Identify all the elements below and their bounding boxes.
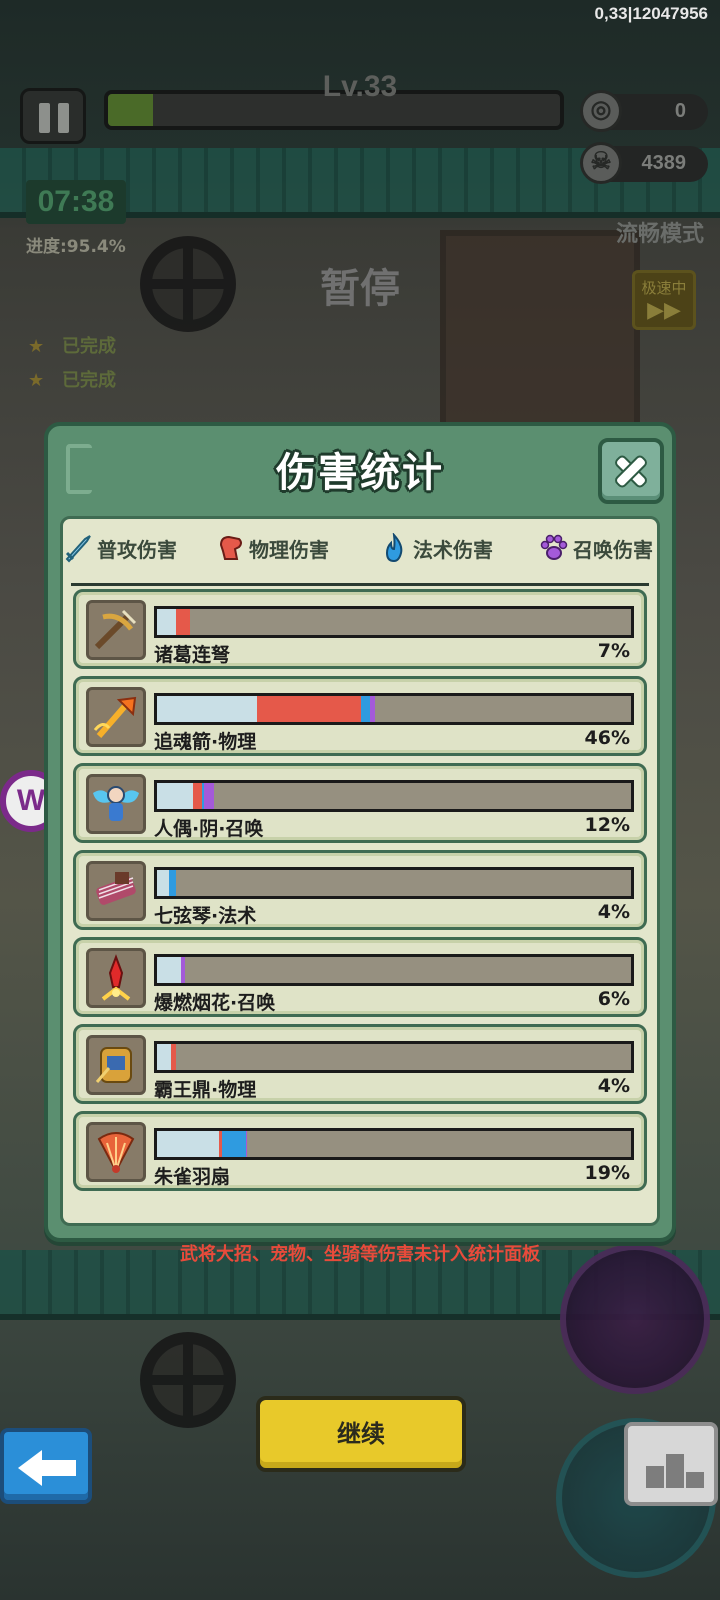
bar-segment xyxy=(171,1044,176,1070)
damage-percent: 12% xyxy=(584,814,630,836)
damage-row: 诸葛连弩 7% xyxy=(73,589,647,669)
bar-segment xyxy=(204,783,214,809)
bar-segment xyxy=(157,870,169,896)
damage-percent: 46% xyxy=(584,727,630,749)
damage-percent: 7% xyxy=(597,640,630,662)
weapon-name: 爆燃烟花·召唤 xyxy=(154,992,276,1014)
weapon-name: 追魂箭·物理 xyxy=(154,731,257,753)
damage-bar xyxy=(154,693,634,725)
bar-segment xyxy=(360,696,371,722)
legend-divider xyxy=(71,583,649,586)
dialog-content: 普攻伤害 物理伤害 法术伤害 召唤伤害 诸葛连弩 7% 追魂箭·物理 46% 人… xyxy=(60,516,660,1226)
weapon-name: 诸葛连弩 xyxy=(154,644,231,666)
legend-label: 法术伤害 xyxy=(413,537,493,562)
crossbow-icon xyxy=(86,600,146,660)
bar-segment xyxy=(180,957,186,983)
damage-bar xyxy=(154,606,634,638)
doll-icon xyxy=(86,774,146,834)
damage-row: 霸王鼎·物理 4% xyxy=(73,1024,647,1104)
damage-row: 爆燃烟花·召唤 6% xyxy=(73,937,647,1017)
legend-magic: 法术伤害 xyxy=(379,531,493,563)
firework-icon xyxy=(86,948,146,1008)
fist-icon xyxy=(215,533,245,563)
legend-physical: 物理伤害 xyxy=(215,533,329,563)
weapon-name: 人偶·阴·召唤 xyxy=(154,818,264,840)
damage-percent: 4% xyxy=(597,1075,630,1097)
feather-fan-icon xyxy=(86,1122,146,1182)
legend-label: 召唤伤害 xyxy=(573,537,653,562)
legend-normal-attack: 普攻伤害 xyxy=(63,533,177,563)
bar-segment xyxy=(157,696,257,722)
paused-label: 暂停 xyxy=(320,266,400,312)
status-text: 0,33|12047956 xyxy=(594,4,708,23)
bar-segment xyxy=(175,609,191,635)
smooth-mode-toggle[interactable]: 流畅模式 xyxy=(616,216,704,248)
damage-row: 七弦琴·法术 4% xyxy=(73,850,647,930)
bar-segment xyxy=(221,1131,246,1157)
legend-summon: 召唤伤害 xyxy=(539,533,653,563)
damage-percent: 19% xyxy=(584,1162,630,1184)
damage-row: 朱雀羽扇 19% xyxy=(73,1111,647,1191)
podium-icon-bar xyxy=(666,1454,684,1488)
fast-forward-icon: ▶▶ xyxy=(647,298,681,323)
damage-row: 追魂箭·物理 46% xyxy=(73,676,647,756)
bar-segment xyxy=(245,1131,248,1157)
zither-icon xyxy=(86,861,146,921)
flaming-arrow-icon xyxy=(86,687,146,747)
skull-icon: ☠ xyxy=(580,142,622,184)
kill-value: 4389 xyxy=(641,152,687,174)
ranking-button[interactable] xyxy=(624,1422,718,1506)
continue-button[interactable]: 继续 xyxy=(256,1396,466,1472)
kill-counter: ☠ 4389 xyxy=(580,142,708,184)
coin-icon: ◎ xyxy=(580,90,622,132)
damage-percent: 4% xyxy=(597,901,630,923)
podium-icon-bar xyxy=(686,1472,704,1488)
back-button[interactable] xyxy=(0,1428,92,1504)
legend-label: 物理伤害 xyxy=(249,537,329,562)
dialog-title: 伤害统计 xyxy=(276,450,444,496)
cart-wheel-decoration-lower xyxy=(140,1332,236,1428)
coin-counter: ◎ 0 xyxy=(580,90,708,132)
bar-segment xyxy=(157,609,176,635)
cauldron-icon xyxy=(86,1035,146,1095)
speed-label: 极速中 xyxy=(641,279,687,297)
damage-row: 人偶·阴·召唤 12% xyxy=(73,763,647,843)
flame-icon xyxy=(379,531,409,563)
bar-segment xyxy=(168,870,176,896)
paw-icon xyxy=(539,533,569,563)
bar-segment xyxy=(157,783,193,809)
progress-text: 进度:95.4% xyxy=(26,237,126,257)
damage-legend: 普攻伤害 物理伤害 法术伤害 召唤伤害 xyxy=(63,529,657,586)
bar-segment xyxy=(157,1044,172,1070)
bar-segment xyxy=(192,783,203,809)
close-button[interactable] xyxy=(598,438,664,504)
damage-percent: 6% xyxy=(597,988,630,1010)
legend-label: 普攻伤害 xyxy=(97,537,177,562)
timer: 07:38 xyxy=(26,180,126,224)
bar-segment xyxy=(370,696,375,722)
speed-toggle-button[interactable]: 极速中 ▶▶ xyxy=(632,270,696,330)
damage-bar xyxy=(154,780,634,812)
quest-status: 已完成 xyxy=(22,366,140,396)
bar-segment xyxy=(157,1131,219,1157)
bar-segment xyxy=(157,957,181,983)
damage-bar xyxy=(154,954,634,986)
damage-bar xyxy=(154,867,634,899)
coin-value: 0 xyxy=(674,100,686,122)
weapon-name: 七弦琴·法术 xyxy=(154,905,257,927)
damage-bar xyxy=(154,1041,634,1073)
quest-status: 已完成 xyxy=(22,332,140,362)
damage-stats-dialog: 伤害统计 普攻伤害 物理伤害 法术伤害 召唤伤害 诸葛连弩 7% 追魂箭·物理 … xyxy=(44,422,676,1242)
pause-icon-bar xyxy=(39,103,50,133)
weapon-name: 霸王鼎·物理 xyxy=(154,1079,257,1101)
bar-segment xyxy=(256,696,361,722)
stats-note: 武将大招、宠物、坐骑等伤害未计入统计面板 xyxy=(180,1244,540,1265)
podium-icon-bar xyxy=(646,1466,664,1488)
damage-bar xyxy=(154,1128,634,1160)
sword-icon xyxy=(63,533,93,563)
weapon-name: 朱雀羽扇 xyxy=(154,1166,231,1188)
pause-icon-bar xyxy=(58,103,69,133)
skill-orb-button[interactable] xyxy=(560,1244,710,1394)
